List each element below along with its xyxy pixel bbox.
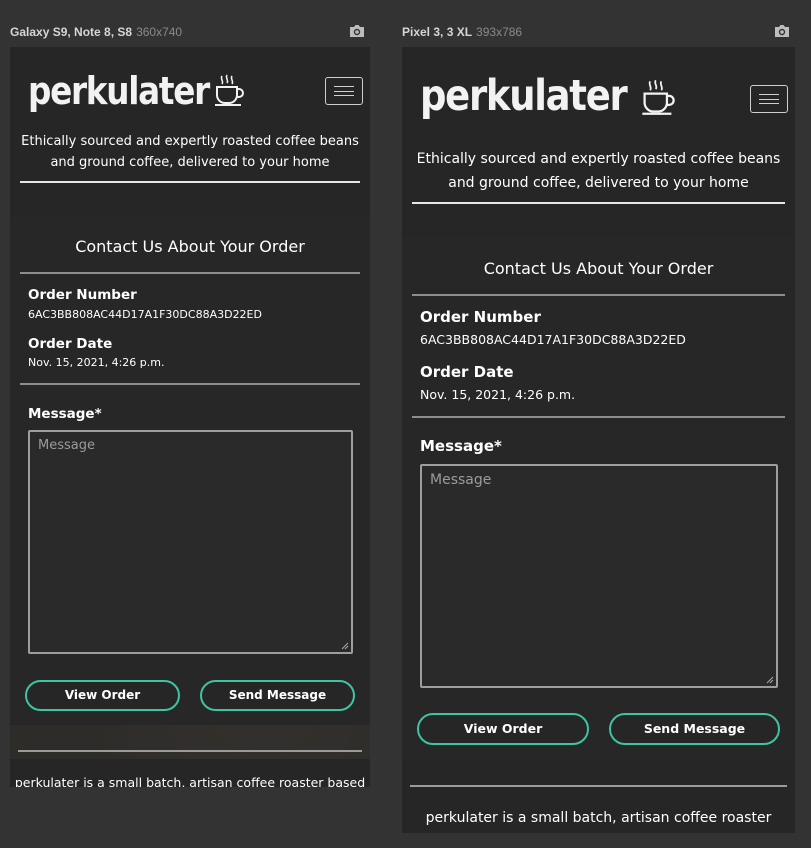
header-divider [20, 181, 360, 183]
divider [20, 272, 360, 274]
site-tagline: Ethically sourced and expertly roasted c… [416, 151, 781, 191]
site-tagline: Ethically sourced and expertly roasted c… [21, 134, 359, 170]
send-message-button[interactable]: Send Message [200, 680, 355, 711]
page-title: Contact Us About Your Order [75, 237, 305, 256]
site-footer: perkulater is a small batch, artisan cof… [10, 759, 370, 787]
site-header: perkulater Ethically sourced and expertl… [402, 47, 795, 237]
message-textarea[interactable]: Message [28, 430, 353, 654]
message-textarea[interactable]: Message [420, 464, 778, 688]
site-logo[interactable]: perkulater [420, 71, 628, 121]
divider [20, 383, 360, 385]
footer-divider [18, 750, 362, 752]
header-divider [412, 202, 785, 204]
order-number-label: Order Number [28, 287, 137, 303]
order-number-label: Order Number [420, 308, 541, 326]
resize-grip-icon[interactable] [341, 642, 349, 650]
order-date-value: Nov. 15, 2021, 4:26 p.m. [28, 356, 165, 369]
order-date-label: Order Date [28, 336, 113, 352]
page-title: Contact Us About Your Order [483, 259, 714, 278]
device-label-galaxy: Galaxy S9, Note 8, S8 360x740 [10, 25, 182, 39]
device-frame-galaxy: perkulater Ethically sourced and expertl… [10, 47, 370, 787]
footer-divider [410, 785, 787, 787]
device-size: 393x786 [476, 25, 523, 39]
device-name: Pixel 3, 3 XL [402, 25, 473, 39]
divider [412, 294, 785, 296]
view-order-button[interactable]: View Order [417, 713, 589, 745]
message-placeholder: Message [38, 438, 95, 453]
camera-icon[interactable] [773, 23, 791, 39]
view-order-button[interactable]: View Order [25, 680, 180, 711]
device-frame-pixel: perkulater Ethically sourced and expertl… [402, 47, 795, 833]
site-header: perkulater Ethically sourced and expertl… [10, 47, 370, 217]
order-number-value: 6AC3BB808AC44D17A1F30DC88A3D22ED [420, 332, 686, 347]
site-logo[interactable]: perkulater [28, 69, 210, 113]
send-message-button[interactable]: Send Message [609, 713, 780, 745]
order-date-label: Order Date [420, 363, 514, 381]
contact-card: Contact Us About Your Order Order Number… [402, 237, 795, 760]
message-placeholder: Message [430, 472, 492, 488]
footer-text: perkulater is a small batch, artisan cof… [14, 775, 366, 787]
coffee-cup-icon [215, 74, 244, 106]
camera-icon[interactable] [348, 23, 366, 39]
contact-card: Contact Us About Your Order Order Number… [10, 217, 370, 725]
resize-grip-icon[interactable] [766, 676, 774, 684]
message-label: Message* [28, 406, 102, 422]
message-label: Message* [420, 437, 502, 455]
device-name: Galaxy S9, Note 8, S8 [10, 25, 133, 39]
order-date-value: Nov. 15, 2021, 4:26 p.m. [420, 387, 576, 402]
device-label-pixel: Pixel 3, 3 XL 393x786 [402, 25, 522, 39]
site-footer: perkulater is a small batch, artisan cof… [402, 760, 795, 833]
divider [412, 416, 785, 418]
coffee-cup-icon [642, 79, 675, 115]
device-size: 360x740 [136, 25, 183, 39]
hamburger-menu-icon[interactable] [750, 85, 788, 113]
order-number-value: 6AC3BB808AC44D17A1F30DC88A3D22ED [28, 308, 262, 321]
hamburger-menu-icon[interactable] [325, 77, 363, 105]
footer-text: perkulater is a small batch, artisan cof… [425, 810, 772, 826]
